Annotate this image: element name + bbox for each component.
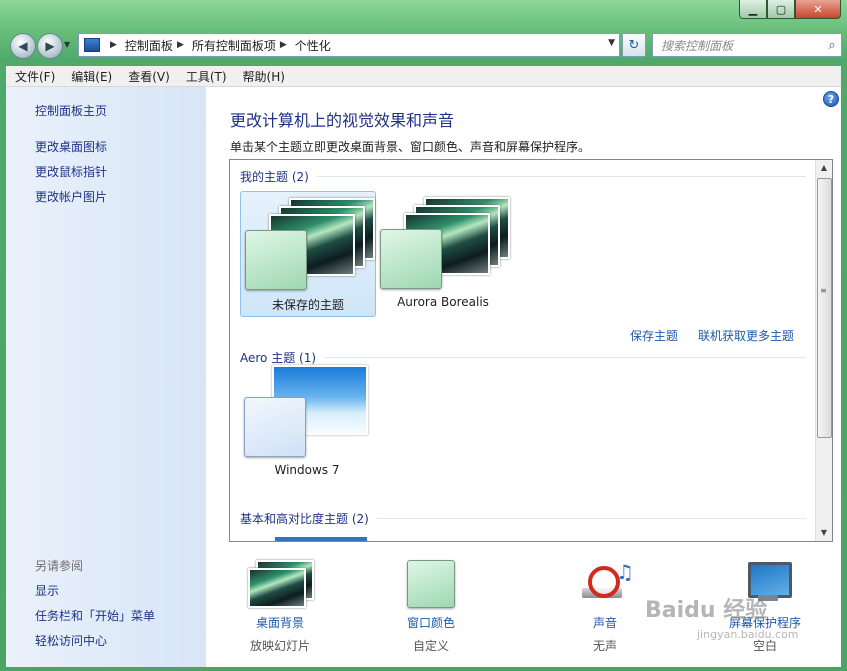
forward-button[interactable]: ▶ xyxy=(37,33,63,59)
scroll-grip-icon: ≡ xyxy=(820,286,827,295)
scroll-up-icon[interactable]: ▲ xyxy=(816,160,832,176)
background-thumbnail xyxy=(248,568,306,608)
page-subtitle: 单击某个主题立即更改桌面背景、窗口颜色、声音和屏幕保护程序。 xyxy=(230,140,591,154)
address-bar[interactable]: ▶ 控制面板 ▶ 所有控制面板项 ▶ 个性化 ▼ xyxy=(78,33,620,57)
group-divider xyxy=(316,176,806,177)
theme-windows-7[interactable]: Windows 7 xyxy=(240,359,374,483)
breadcrumb: ▶ 控制面板 ▶ 所有控制面板项 ▶ 个性化 xyxy=(106,37,331,54)
maximize-button[interactable]: ▢ xyxy=(767,0,795,19)
scroll-thumb[interactable] xyxy=(817,178,832,438)
music-note-icon: ♫ xyxy=(616,560,634,584)
group-divider xyxy=(324,357,806,358)
link-taskbar-start-menu[interactable]: 任务栏和「开始」菜单 xyxy=(35,607,155,624)
group-my-themes-header: 我的主题 (2) xyxy=(240,170,309,184)
vertical-scrollbar[interactable]: ▲ ≡ ▼ xyxy=(815,160,832,541)
menu-file[interactable]: 文件(F) xyxy=(15,68,55,85)
navigation-toolbar: ◀ ▶ ▼ ▶ 控制面板 ▶ 所有控制面板项 ▶ 个性化 ▼ ↻ 搜索控制面板 … xyxy=(0,28,847,62)
breadcrumb-separator-icon[interactable]: ▶ xyxy=(177,40,184,50)
group-basic-themes-header: 基本和高对比度主题 (2) xyxy=(240,512,369,526)
link-control-panel-home[interactable]: 控制面板主页 xyxy=(35,102,107,119)
baidu-watermark: Baidu 经验 xyxy=(645,598,768,623)
search-box[interactable]: 搜索控制面板 ⌕ xyxy=(652,33,842,57)
window-color-icon xyxy=(407,560,455,608)
group-my-themes: 我的主题 (2) xyxy=(240,168,806,185)
refresh-icon: ↻ xyxy=(628,37,640,53)
close-button[interactable]: ✕ xyxy=(795,0,841,19)
baidu-watermark-url: jingyan.baidu.com xyxy=(697,628,799,641)
menu-help[interactable]: 帮助(H) xyxy=(243,68,285,85)
window-color-button[interactable]: 窗口颜色 自定义 xyxy=(371,545,491,665)
desktop-background-button[interactable]: 桌面背景 放映幻灯片 xyxy=(220,545,340,665)
search-icon[interactable]: ⌕ xyxy=(823,38,841,53)
theme-preview-image xyxy=(275,537,367,541)
save-theme-link[interactable]: 保存主题 xyxy=(630,327,678,344)
window-frame: ▁ ▢ ✕ ◀ ▶ ▼ ▶ 控制面板 ▶ 所有控制面板项 ▶ 个性化 ▼ ↻ 搜… xyxy=(0,0,847,671)
theme-list: 我的主题 (2) 未保存的主题 Aurora Borealis 保存主题 联机获… xyxy=(229,159,833,542)
scroll-down-icon[interactable]: ▼ xyxy=(816,525,832,541)
theme-aurora-borealis[interactable]: Aurora Borealis xyxy=(376,191,510,315)
menu-view[interactable]: 查看(V) xyxy=(128,68,170,85)
minimize-button[interactable]: ▁ xyxy=(739,0,767,19)
control-panel-icon xyxy=(84,38,100,52)
search-input[interactable]: 搜索控制面板 xyxy=(661,37,823,54)
desktop-background-value: 放映幻灯片 xyxy=(249,639,310,653)
breadcrumb-separator-icon: ▶ xyxy=(110,40,117,50)
page-title: 更改计算机上的视觉效果和声音 xyxy=(230,111,455,130)
task-pane: 控制面板主页 更改桌面图标 更改鼠标指针 更改帐户图片 另请参阅 显示 任务栏和… xyxy=(6,87,206,667)
help-icon[interactable]: ? xyxy=(823,91,839,107)
content-area: 控制面板主页 更改桌面图标 更改鼠标指针 更改帐户图片 另请参阅 显示 任务栏和… xyxy=(6,87,841,667)
breadcrumb-control-panel[interactable]: 控制面板 xyxy=(125,37,173,54)
sounds-value: 无声 xyxy=(592,639,617,653)
breadcrumb-personalization[interactable]: 个性化 xyxy=(295,37,331,54)
theme-aurora-borealis-label: Aurora Borealis xyxy=(397,295,489,309)
window-controls: ▁ ▢ ✕ xyxy=(739,0,841,20)
link-change-mouse-pointers[interactable]: 更改鼠标指针 xyxy=(35,163,107,180)
back-arrow-icon: ◀ xyxy=(18,39,28,53)
link-change-desktop-icons[interactable]: 更改桌面图标 xyxy=(35,138,107,155)
forward-arrow-icon: ▶ xyxy=(45,39,55,53)
address-dropdown-icon[interactable]: ▼ xyxy=(608,38,615,48)
get-more-themes-link[interactable]: 联机获取更多主题 xyxy=(698,327,794,344)
see-also-heading: 另请参阅 xyxy=(35,559,84,573)
breadcrumb-separator-icon[interactable]: ▶ xyxy=(280,40,287,50)
theme-windows-7-label: Windows 7 xyxy=(274,463,340,477)
window-color-label: 窗口颜色 xyxy=(406,616,455,630)
refresh-button[interactable]: ↻ xyxy=(622,33,646,57)
window-color-value: 自定义 xyxy=(412,639,449,653)
theme-unsaved-label: 未保存的主题 xyxy=(271,298,344,312)
window-color-swatch xyxy=(244,397,306,457)
menu-edit[interactable]: 编辑(E) xyxy=(71,68,112,85)
sounds-icon: ♫ xyxy=(580,560,634,606)
link-change-account-picture[interactable]: 更改帐户图片 xyxy=(35,188,107,205)
history-dropdown-icon[interactable]: ▼ xyxy=(64,40,70,49)
theme-unsaved[interactable]: 未保存的主题 xyxy=(240,191,376,317)
desktop-background-icon xyxy=(248,560,314,608)
back-button[interactable]: ◀ xyxy=(10,33,36,59)
desktop-background-label: 桌面背景 xyxy=(255,616,304,630)
window-color-swatch xyxy=(245,230,307,290)
link-ease-of-access[interactable]: 轻松访问中心 xyxy=(35,632,107,649)
group-divider xyxy=(376,518,806,519)
breadcrumb-all-items[interactable]: 所有控制面板项 xyxy=(192,37,276,54)
link-display[interactable]: 显示 xyxy=(35,582,59,599)
menu-tools[interactable]: 工具(T) xyxy=(186,68,227,85)
group-basic-themes: 基本和高对比度主题 (2) xyxy=(240,510,806,527)
menu-bar: 文件(F) 编辑(E) 查看(V) 工具(T) 帮助(H) xyxy=(6,66,841,87)
window-color-swatch xyxy=(380,229,442,289)
